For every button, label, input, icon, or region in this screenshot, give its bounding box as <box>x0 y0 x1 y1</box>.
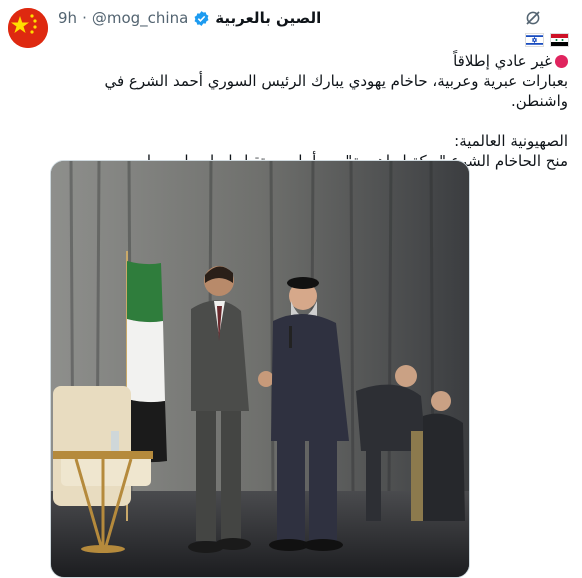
avatar[interactable] <box>8 8 48 48</box>
tweet-line-3: الصهيونية العالمية: <box>454 132 568 150</box>
red-circle-icon <box>555 55 568 68</box>
tweet-header: الصين بالعربية @mog_china · 9h <box>58 9 322 27</box>
tweet-line-1: غير عادي إطلاقاً <box>453 52 568 70</box>
syria-flag-icon <box>550 33 569 47</box>
tweet-text: غير عادي إطلاقاً بعبارات عبرية وعربية، ح… <box>48 51 568 171</box>
tweet-time[interactable]: 9h <box>58 9 77 27</box>
video-frame-image <box>51 161 469 577</box>
author-name[interactable]: الصين بالعربية <box>215 9 321 27</box>
grok-icon[interactable] <box>524 9 542 27</box>
tweet-video[interactable] <box>50 160 470 578</box>
author-handle[interactable]: @mog_china <box>92 9 188 27</box>
flags-row <box>525 33 569 47</box>
tweet[interactable]: الصين بالعربية @mog_china · 9h غير عادي … <box>0 0 582 578</box>
verified-badge-icon <box>194 10 209 26</box>
israel-flag-icon <box>525 33 544 47</box>
china-flag-avatar-icon <box>8 8 48 48</box>
tweet-line-2: بعبارات عبرية وعربية، حاخام يهودي يبارك … <box>104 72 568 110</box>
